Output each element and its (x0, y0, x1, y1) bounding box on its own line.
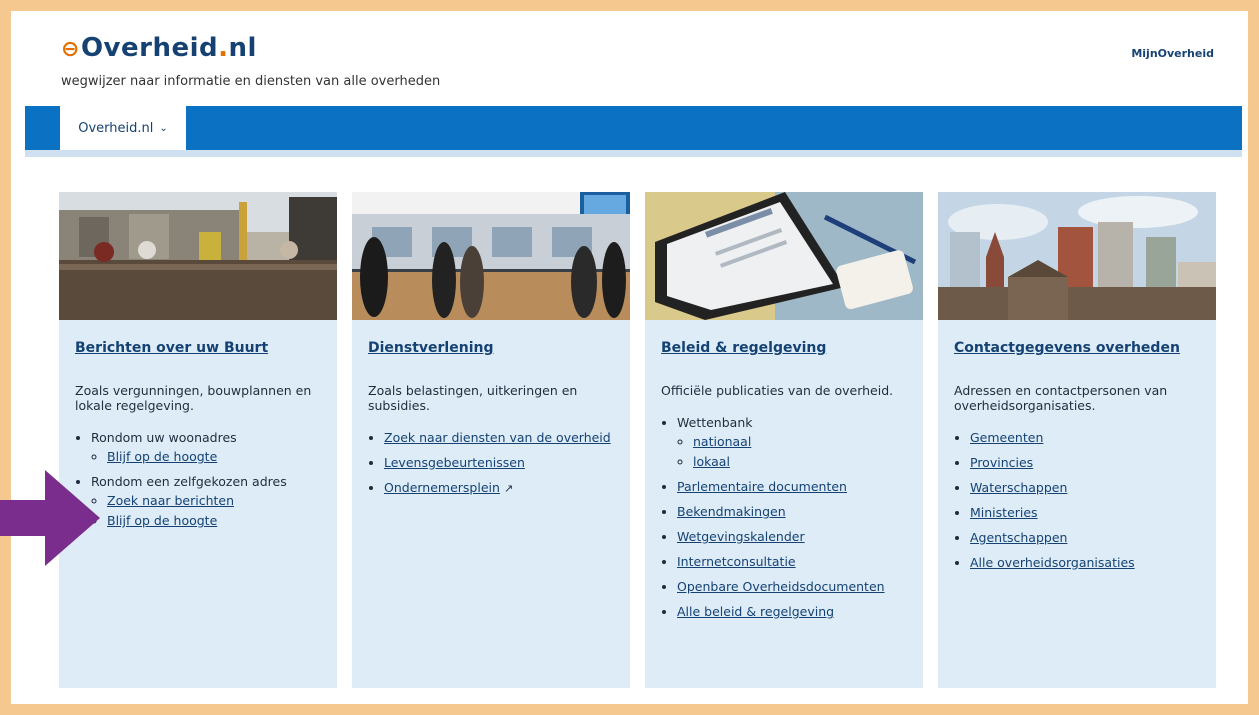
card-image-service-counter (352, 192, 630, 320)
logo-dot: . (218, 33, 229, 63)
card-image-city-skyline (938, 192, 1216, 320)
link-zoek-naar-diensten[interactable]: Zoek naar diensten van de overheid (384, 430, 611, 445)
list-item-zelfgekozen-adres: Rondom een zelfgekozen adres Zoek naar b… (91, 473, 337, 529)
list-item: Alle beleid & regelgeving (677, 603, 923, 620)
site-tagline: wegwijzer naar informatie en diensten va… (61, 74, 441, 89)
card-link-list: Wettenbank nationaal lokaal Parlementair… (645, 414, 923, 620)
group-label: Wettenbank (677, 415, 753, 430)
logo-name: Overheid (80, 33, 219, 63)
link-provincies[interactable]: Provincies (970, 455, 1033, 470)
link-lokaal[interactable]: lokaal (693, 454, 730, 469)
link-wetgevingskalender[interactable]: Wetgevingskalender (677, 529, 805, 544)
mijnoverheid-link[interactable]: MijnOverheid (1131, 47, 1214, 60)
card-title-dienstverlening[interactable]: Dienstverlening (368, 340, 614, 356)
list-item: Provincies (970, 454, 1216, 471)
card-image-tablet (645, 192, 923, 320)
logo-tld: nl (228, 33, 257, 63)
list-item: Levensgebeurtenissen (384, 454, 630, 471)
list-item: Blijf op de hoogte (107, 512, 337, 529)
list-item: Openbare Overheidsdocumenten (677, 578, 923, 595)
link-nationaal[interactable]: nationaal (693, 434, 751, 449)
list-item: Waterschappen (970, 479, 1216, 496)
nav-underline (25, 150, 1242, 157)
sub-list: Blijf op de hoogte (91, 448, 337, 465)
arrow-right-icon (0, 470, 100, 566)
card-title-beleid[interactable]: Beleid & regelgeving (661, 340, 907, 356)
link-gemeenten[interactable]: Gemeenten (970, 430, 1043, 445)
list-item-wettenbank: Wettenbank nationaal lokaal (677, 414, 923, 470)
list-item: Agentschappen (970, 529, 1216, 546)
nav-tab-overheid[interactable]: Overheid.nl ⌄ (60, 106, 186, 150)
list-item: Parlementaire documenten (677, 478, 923, 495)
logo-sun-icon: ⊖ (61, 37, 80, 62)
list-item: Alle overheidsorganisaties (970, 554, 1216, 571)
page-frame: ⊖Overheid.nl wegwijzer naar informatie e… (11, 11, 1248, 704)
link-openbare-overheidsdocumenten[interactable]: Openbare Overheidsdocumenten (677, 579, 885, 594)
link-blijf-op-de-hoogte-zelfgekozen[interactable]: Blijf op de hoogte (107, 513, 217, 528)
chevron-down-icon: ⌄ (159, 122, 168, 134)
card-dienstverlening: Dienstverlening Zoals belastingen, uitke… (352, 192, 630, 688)
card-intro: Zoals belastingen, uitkeringen en subsid… (368, 383, 578, 413)
list-item-woonadres: Rondom uw woonadres Blijf op de hoogte (91, 429, 337, 465)
list-item: Zoek naar diensten van de overheid (384, 429, 630, 446)
card-link-list: Zoek naar diensten van de overheid Leven… (352, 429, 630, 497)
card-link-list: Gemeenten Provincies Waterschappen Minis… (938, 429, 1216, 571)
card-contactgegevens: Contactgegevens overheden Adressen en co… (938, 192, 1216, 688)
list-item: Wetgevingskalender (677, 528, 923, 545)
site-header: ⊖Overheid.nl wegwijzer naar informatie e… (11, 11, 1248, 106)
main-navigation: Overheid.nl ⌄ (25, 106, 1242, 150)
link-levensgebeurtenissen[interactable]: Levensgebeurtenissen (384, 455, 525, 470)
card-title-contactgegevens[interactable]: Contactgegevens overheden (954, 340, 1200, 356)
link-ministeries[interactable]: Ministeries (970, 505, 1038, 520)
card-berichten-buurt: Berichten over uw Buurt Zoals vergunning… (59, 192, 337, 688)
external-link-icon: ↗ (503, 482, 514, 495)
list-item: Internetconsultatie (677, 553, 923, 570)
card-image-street-scene (59, 192, 337, 320)
list-item: Ministeries (970, 504, 1216, 521)
list-item: lokaal (693, 453, 923, 470)
link-internetconsultatie[interactable]: Internetconsultatie (677, 554, 796, 569)
nav-tab-label: Overheid.nl (78, 120, 154, 136)
list-item: Blijf op de hoogte (107, 448, 337, 465)
card-intro: Officiële publicaties van de overheid. (661, 383, 894, 398)
sub-list: nationaal lokaal (677, 433, 923, 470)
list-item: nationaal (693, 433, 923, 450)
link-parlementaire-documenten[interactable]: Parlementaire documenten (677, 479, 847, 494)
card-title-berichten[interactable]: Berichten over uw Buurt (75, 340, 321, 356)
list-item: Gemeenten (970, 429, 1216, 446)
card-intro: Adressen en contactpersonen van overheid… (954, 383, 1168, 413)
list-item: Zoek naar berichten (107, 492, 337, 509)
list-item: Bekendmakingen (677, 503, 923, 520)
sub-list: Zoek naar berichten Blijf op de hoogte (91, 492, 337, 529)
link-ondernemersplein[interactable]: Ondernemersplein (384, 480, 500, 495)
link-alle-overheidsorganisaties[interactable]: Alle overheidsorganisaties (970, 555, 1135, 570)
card-beleid-regelgeving: Beleid & regelgeving Officiële publicati… (645, 192, 923, 688)
link-alle-beleid[interactable]: Alle beleid & regelgeving (677, 604, 834, 619)
list-item: Ondernemersplein↗ (384, 479, 630, 497)
link-bekendmakingen[interactable]: Bekendmakingen (677, 504, 786, 519)
card-intro: Zoals vergunningen, bouwplannen en lokal… (75, 383, 312, 413)
link-agentschappen[interactable]: Agentschappen (970, 530, 1067, 545)
group-label: Rondom uw woonadres (91, 430, 237, 445)
group-label: Rondom een zelfgekozen adres (91, 474, 287, 489)
site-logo[interactable]: ⊖Overheid.nl (61, 33, 257, 63)
link-zoek-naar-berichten[interactable]: Zoek naar berichten (107, 493, 234, 508)
link-blijf-op-de-hoogte-woonadres[interactable]: Blijf op de hoogte (107, 449, 217, 464)
link-waterschappen[interactable]: Waterschappen (970, 480, 1067, 495)
